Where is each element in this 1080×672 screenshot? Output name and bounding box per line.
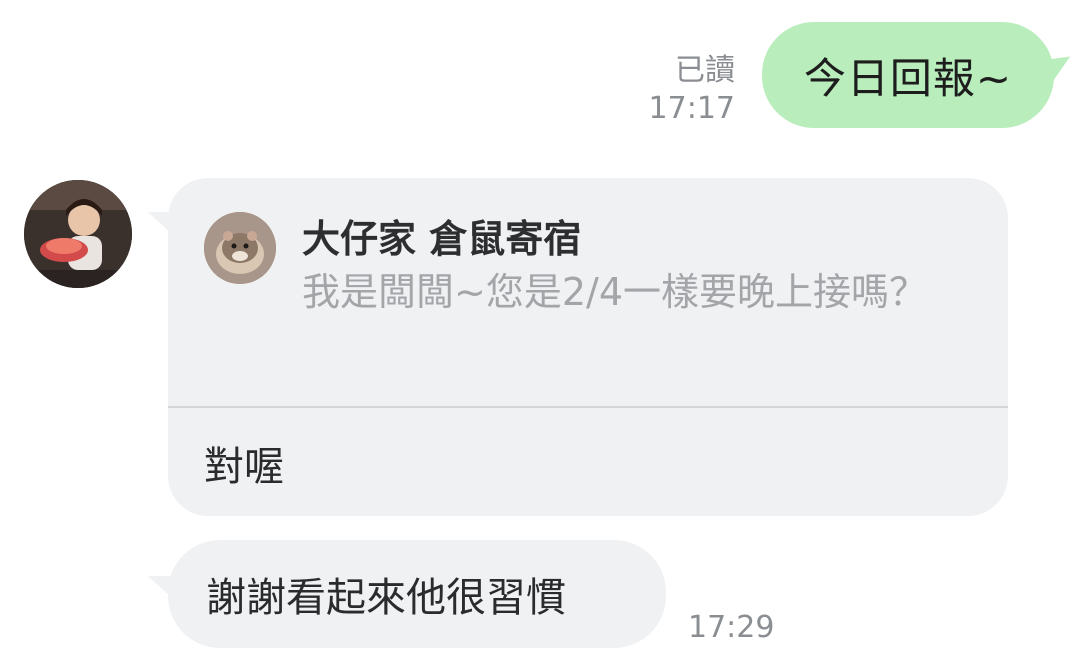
outgoing-message-text: 今日回報~ [803, 53, 1013, 103]
hamster-avatar-photo-icon [204, 212, 276, 284]
outgoing-meta: 已讀 17:17 [649, 52, 735, 128]
user-avatar-photo-icon [24, 180, 132, 288]
outgoing-message-bubble[interactable]: 今日回報~ [762, 22, 1054, 128]
outgoing-timestamp: 17:17 [648, 91, 735, 126]
incoming-message-bubble[interactable]: 謝謝看起來他很習慣 [148, 540, 666, 648]
quote-divider [168, 406, 1008, 408]
quoted-message-text: 我是闆闆~您是2/4一樣要晚上接嗎？ [302, 270, 927, 314]
sender-avatar[interactable] [24, 180, 132, 288]
reply-message-text: 對喔 [204, 444, 284, 490]
quoted-sender-name: 大仔家 倉鼠寄宿 [302, 217, 582, 261]
incoming-message-text: 謝謝看起來他很習慣 [206, 575, 566, 621]
chat-thread: 已讀 17:17 今日回報~ 大仔家 倉鼠寄宿 我是闆闆~您是2/4一樣要晚上接… [0, 0, 1080, 672]
incoming-reply-bubble[interactable]: 大仔家 倉鼠寄宿 我是闆闆~您是2/4一樣要晚上接嗎？ 對喔 [148, 178, 1008, 516]
read-receipt: 已讀 [675, 53, 735, 88]
incoming-timestamp: 17:29 [688, 610, 775, 645]
quoted-avatar [204, 212, 276, 284]
